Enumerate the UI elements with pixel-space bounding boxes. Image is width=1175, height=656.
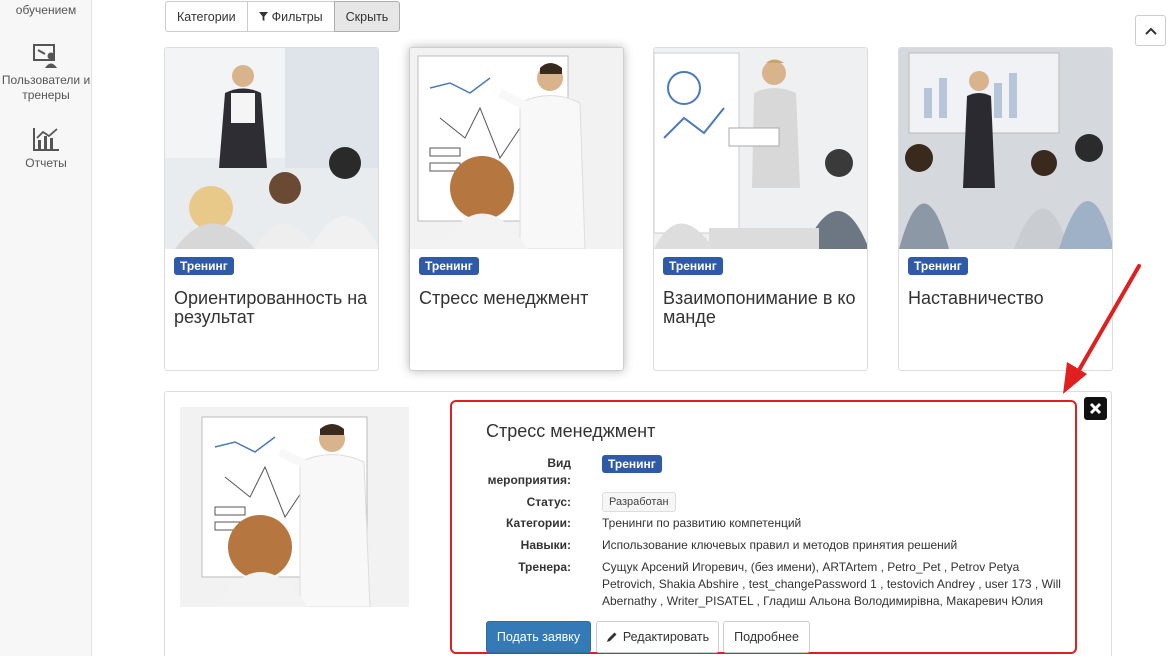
detail-skills-value: Использование ключевых правил и методов … <box>602 538 958 552</box>
toolbar: Категории Фильтры Скрыть <box>165 1 401 32</box>
filters-button[interactable]: Фильтры <box>246 1 335 32</box>
close-button[interactable] <box>1084 397 1107 420</box>
sidebar: обучением Пользователи и тренеры Отчеты <box>0 0 92 656</box>
sidebar-item-label: Пользователи и тренеры <box>1 73 91 102</box>
sidebar-item-label: Отчеты <box>25 156 67 170</box>
card-title[interactable]: Ориентированность на результат <box>174 289 370 327</box>
card-badge: Тренинг <box>908 257 968 275</box>
apply-button[interactable]: Подать заявку <box>486 621 591 653</box>
sidebar-item-users[interactable]: Пользователи и тренеры <box>0 43 92 103</box>
training-card[interactable]: Тренинг Взаимопонимание в ко манде <box>653 47 868 371</box>
card-image <box>165 48 378 249</box>
card-badge: Тренинг <box>174 257 234 275</box>
card-title[interactable]: Стресс менеджмент <box>419 289 615 308</box>
filter-icon <box>258 12 268 21</box>
status-badge: Разработан <box>602 492 676 512</box>
detail-title: Стресс менеджмент <box>486 421 656 441</box>
pencil-icon <box>606 632 617 642</box>
card-badge: Тренинг <box>419 257 479 275</box>
sidebar-item-label: обучением <box>15 3 77 17</box>
users-presentation-icon <box>33 44 57 68</box>
scroll-up-button[interactable] <box>1135 15 1166 46</box>
detail-categories-label: Категории: <box>506 516 571 530</box>
sidebar-item-reports[interactable]: Отчеты <box>0 126 92 171</box>
card-title[interactable]: Взаимопонимание в ко манде <box>663 289 859 327</box>
detail-type-badge: Тренинг <box>602 455 662 473</box>
detail-type-row: Вид мероприятия: Тренинг <box>470 455 1070 489</box>
detail-trainers-label: Тренера: <box>518 560 571 574</box>
detail-type-label: Вид мероприятия: <box>487 456 571 487</box>
card-image <box>654 48 867 249</box>
detail-image <box>180 407 409 607</box>
detail-status-label: Статус: <box>526 495 571 509</box>
details-button[interactable]: Подробнее <box>723 621 810 653</box>
annotation-arrow <box>1063 264 1141 394</box>
detail-categories-value: Тренинги по развитию компетенций <box>602 516 802 530</box>
detail-trainers-value: Сущук Арсений Игоревич, (без имени), ART… <box>602 560 1061 608</box>
card-image <box>899 48 1112 249</box>
close-icon <box>1089 402 1102 415</box>
training-card[interactable]: Тренинг Стресс менеджмент <box>409 47 624 371</box>
categories-button[interactable]: Категории <box>165 1 248 32</box>
hide-button[interactable]: Скрыть <box>333 1 401 32</box>
chart-icon <box>33 128 59 151</box>
training-card[interactable]: Тренинг Ориентированность на результат <box>164 47 379 371</box>
card-image <box>410 48 623 249</box>
detail-skills-label: Навыки: <box>520 538 571 552</box>
edit-button[interactable]: Редактировать <box>596 621 719 653</box>
card-badge: Тренинг <box>663 257 723 275</box>
chevron-up-icon <box>1144 27 1157 35</box>
sidebar-item-learning[interactable]: обучением <box>0 3 92 18</box>
